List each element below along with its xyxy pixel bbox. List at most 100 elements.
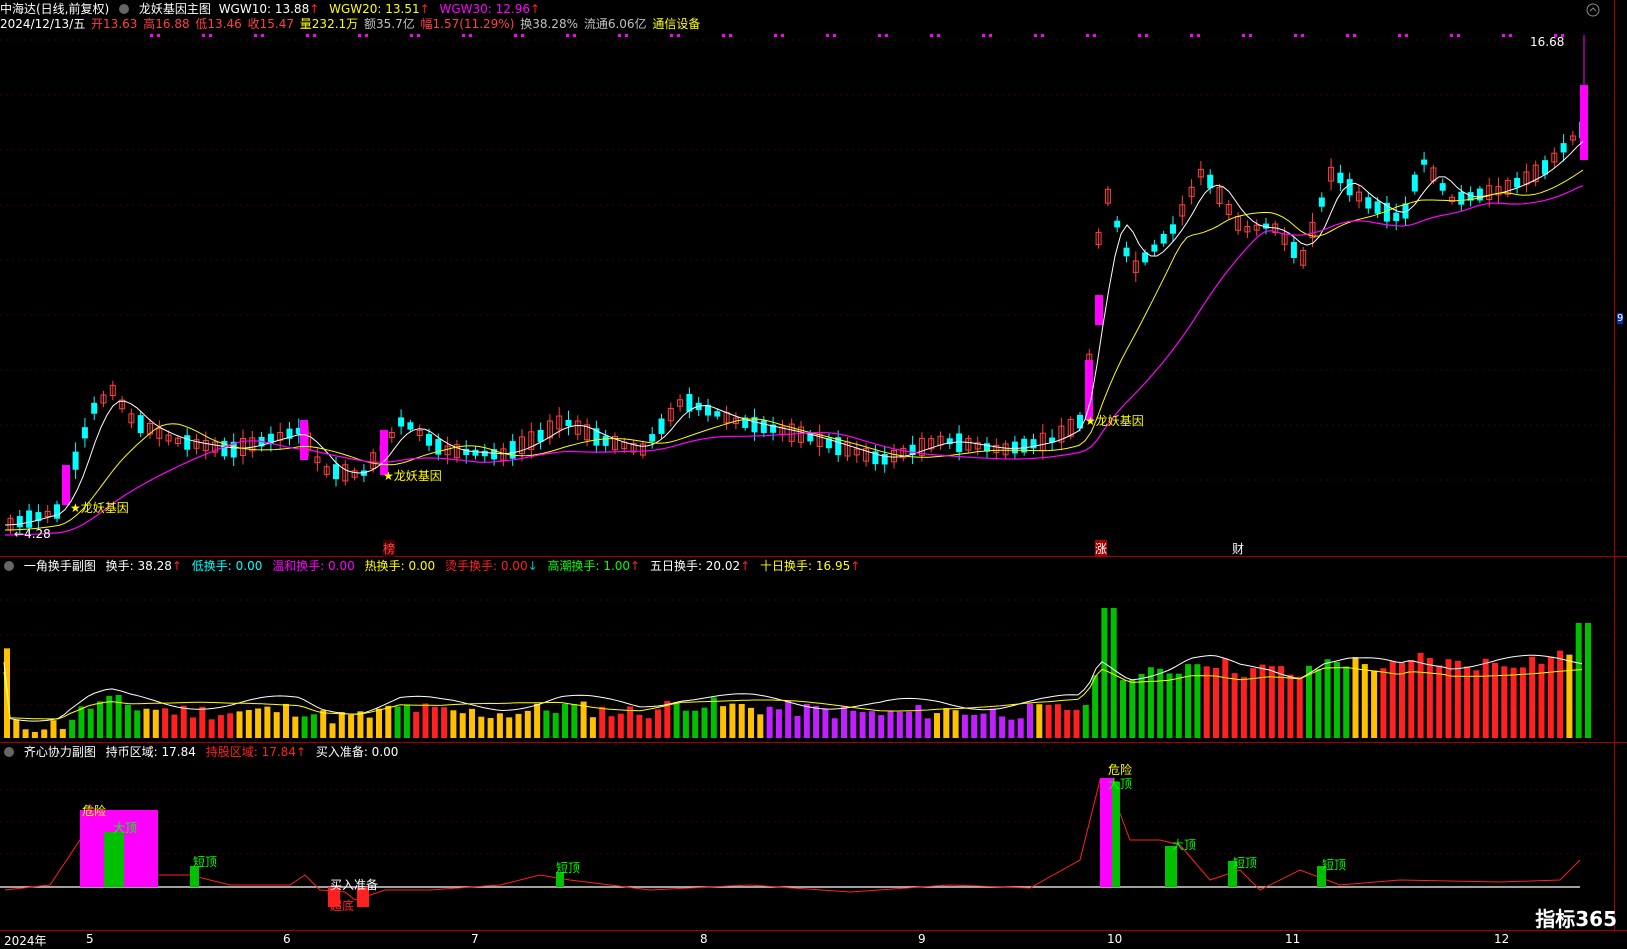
time-label: 10 (1107, 932, 1123, 946)
top-signal-dot (833, 34, 836, 37)
candle-body (426, 434, 432, 446)
turnover-bar (524, 710, 531, 738)
turnover-bar (1138, 673, 1145, 738)
big-top-label: 大顶 (1108, 777, 1133, 791)
signal-candle (1095, 295, 1103, 325)
turnover-bar (989, 708, 996, 738)
turnover-bar (1566, 654, 1573, 738)
turnover-bar (487, 718, 494, 738)
left-arrow-icon: ← (14, 527, 25, 541)
turnover-bar (1333, 661, 1340, 738)
turnover-bar (729, 703, 736, 738)
turnover-bar (1222, 658, 1229, 738)
turnover-bar (450, 710, 457, 738)
turnover-bar (97, 701, 103, 738)
top-signal-dot (1294, 34, 1297, 37)
turnover-bar (143, 708, 150, 738)
turnover-bar (1343, 666, 1350, 738)
candle-body (398, 417, 405, 427)
turnover-bar (87, 708, 94, 738)
top-signal-dot (1197, 34, 1200, 37)
right-price-axis[interactable] (1614, 0, 1627, 930)
candle-body (1318, 197, 1325, 207)
top-signal-dot (202, 34, 205, 37)
candle-body (714, 411, 721, 417)
turnover-bar (822, 708, 829, 738)
top-signal-dot (261, 34, 264, 37)
turnover-bar (478, 716, 485, 738)
top-signal-dot (514, 34, 517, 37)
turnover-bar (766, 706, 773, 738)
top-signal-dot (462, 34, 465, 37)
top-signal-dot (878, 34, 881, 37)
candle-body (91, 402, 98, 414)
event-marker-limitup[interactable]: 涨 (1095, 540, 1108, 557)
top-signal-dot (1034, 34, 1037, 37)
event-marker-list[interactable]: 榜 (383, 540, 396, 557)
top-signal-dot (670, 34, 673, 37)
short-top-label: 短顶 (193, 855, 218, 869)
time-axis[interactable]: 2024年 5 6 7 8 9 10 11 12 (0, 930, 1627, 948)
turnover-bar (896, 711, 903, 738)
turnover-bar (850, 710, 857, 738)
candle-body (54, 504, 60, 519)
top-signal-dot (1190, 34, 1193, 37)
candle-body (1421, 159, 1428, 165)
turnover-bar (664, 701, 671, 738)
candle-body (1151, 244, 1158, 252)
time-label: 5 (86, 932, 94, 946)
turnover-bar (1017, 718, 1024, 738)
turnover-bar (999, 716, 1006, 738)
candle-body (1542, 160, 1548, 175)
turnover-bar (608, 716, 615, 738)
top-signal-dot (358, 34, 361, 37)
turnover-bar (961, 714, 968, 738)
top-signal-dot (1086, 34, 1089, 37)
turnover-bar (1557, 650, 1564, 738)
turnover-bar (134, 710, 141, 738)
top-signal-dot (826, 34, 829, 37)
turnover-bar (1492, 662, 1498, 738)
turnover-bar (403, 704, 410, 738)
candle-body (686, 394, 693, 412)
turnover-bar (1454, 660, 1461, 738)
top-signal-dot (989, 34, 992, 37)
turnover-bar (841, 706, 847, 738)
turnover-bar (645, 718, 652, 738)
bottom-label: 超底 (330, 899, 355, 913)
candle-body (1207, 174, 1214, 189)
turnover-bar (1231, 673, 1238, 738)
turnover-bar (1389, 660, 1396, 738)
turnover-bar (1510, 667, 1517, 738)
turnover-bar (208, 719, 215, 738)
turnover-bar (701, 707, 708, 738)
turnover-bar (1054, 704, 1061, 738)
candle-body (658, 418, 665, 434)
chart-canvas[interactable] (0, 0, 1614, 930)
candle-body (1458, 191, 1465, 205)
turnover-bar (1157, 668, 1164, 738)
turnover-bar (952, 710, 959, 738)
turnover-bar (1036, 704, 1043, 738)
turnover-bar (1547, 656, 1554, 738)
top-signal-dot (1249, 34, 1252, 37)
candle-body (407, 422, 414, 430)
event-marker-finance[interactable]: 财 (1232, 540, 1244, 557)
turnover-bar (264, 706, 271, 738)
signal-candle (1085, 360, 1093, 420)
turnover-bar (617, 713, 624, 738)
candle-body (26, 510, 33, 528)
time-label: 7 (471, 932, 479, 946)
ma10-line (4, 141, 1584, 526)
top-signal-dot (469, 34, 472, 37)
turnover-bar (571, 704, 578, 738)
turnover-bar (813, 705, 820, 738)
signal-label: ★龙妖基因 (70, 501, 129, 515)
time-label: 11 (1285, 932, 1301, 946)
turnover-bar (562, 703, 568, 738)
turnover-bar (692, 710, 699, 738)
turnover-bar (59, 729, 66, 738)
turnover-bar (1575, 623, 1582, 738)
top-signal-dot (774, 34, 777, 37)
turnover-bar (394, 706, 401, 738)
